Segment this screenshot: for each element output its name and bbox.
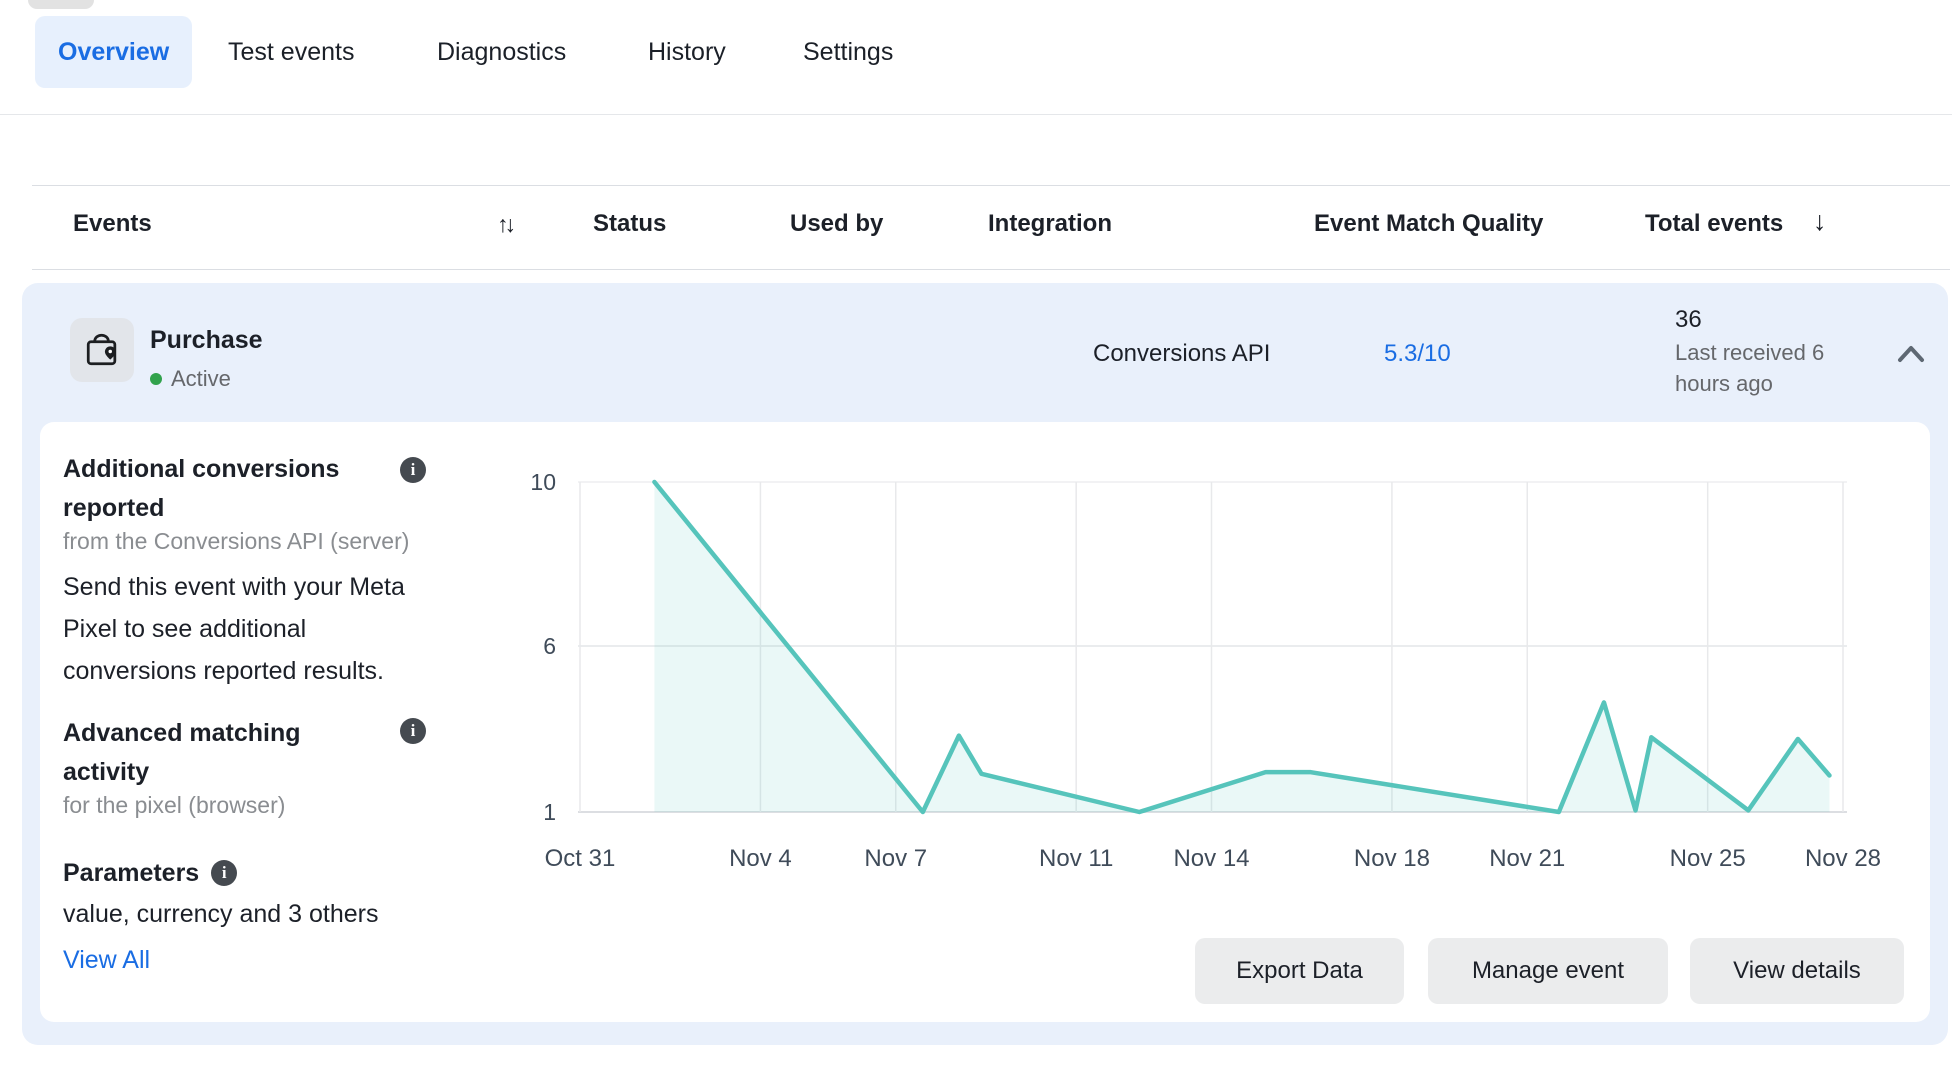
additional-conversions-subtitle: from the Conversions API (server)	[63, 528, 409, 555]
parameters-info-icon[interactable]: i	[211, 860, 237, 886]
tab-history-label: History	[648, 38, 726, 67]
truncated-top-element	[28, 0, 94, 9]
advanced-matching-title: Advanced matching activity	[63, 714, 343, 792]
column-header-integration: Integration	[988, 210, 1112, 238]
tab-diagnostics-label: Diagnostics	[437, 38, 566, 67]
additional-conversions-info-icon[interactable]: i	[400, 457, 426, 483]
tab-test-events-label: Test events	[228, 38, 354, 67]
advanced-matching-subtitle: for the pixel (browser)	[63, 792, 285, 819]
tab-overview-label: Overview	[58, 38, 169, 67]
table-header-bottom-border	[32, 269, 1950, 270]
tab-diagnostics[interactable]: Diagnostics	[437, 16, 566, 88]
event-status: Active	[150, 366, 231, 392]
export-data-label: Export Data	[1236, 957, 1363, 985]
integration-value: Conversions API	[1093, 340, 1270, 368]
status-label: Active	[171, 366, 231, 392]
additional-conversions-title: Additional conversions reported	[63, 450, 383, 528]
column-header-status: Status	[593, 210, 666, 238]
total-events-cell: 36 Last received 6 hours ago	[1675, 305, 1870, 399]
collapse-chevron-icon[interactable]	[1896, 343, 1926, 365]
tab-overview[interactable]: Overview	[35, 16, 192, 88]
event-match-quality-value[interactable]: 5.3/10	[1384, 340, 1451, 368]
status-green-dot-icon	[150, 373, 162, 385]
sort-updown-icon[interactable]: ↑↓	[497, 211, 512, 238]
additional-conversions-body: Send this event with your Meta Pixel to …	[63, 566, 413, 692]
last-received-label: Last received 6 hours ago	[1675, 337, 1870, 399]
shopping-bag-icon	[80, 328, 124, 372]
tab-test-events[interactable]: Test events	[228, 16, 354, 88]
view-details-label: View details	[1733, 957, 1861, 985]
tab-settings[interactable]: Settings	[803, 16, 893, 88]
view-all-link[interactable]: View All	[63, 946, 150, 975]
column-header-total-events: Total events	[1645, 210, 1783, 238]
total-events-value: 36	[1675, 305, 1870, 335]
purchase-event-icon-tile	[70, 318, 134, 382]
column-header-event-match-quality: Event Match Quality	[1314, 210, 1543, 238]
event-row-purchase[interactable]: Purchase Active Conversions API 5.3/10 3…	[22, 283, 1948, 422]
advanced-matching-info-icon[interactable]: i	[400, 718, 426, 744]
column-header-events: Events	[73, 210, 152, 238]
parameters-row: Parameters i	[63, 858, 237, 888]
manage-event-label: Manage event	[1472, 957, 1624, 985]
view-details-button[interactable]: View details	[1690, 938, 1904, 1004]
tabbar-divider	[0, 114, 1952, 115]
tab-history[interactable]: History	[648, 16, 726, 88]
export-data-button[interactable]: Export Data	[1195, 938, 1404, 1004]
parameters-title: Parameters	[63, 858, 199, 888]
events-manager-page: Overview Test events Diagnostics History…	[0, 0, 1952, 1068]
column-header-used-by: Used by	[790, 210, 883, 238]
tab-settings-label: Settings	[803, 38, 893, 67]
event-name: Purchase	[150, 326, 263, 355]
manage-event-button[interactable]: Manage event	[1428, 938, 1668, 1004]
sort-down-arrow-icon[interactable]: ↓	[1813, 206, 1827, 237]
table-top-border	[32, 185, 1950, 186]
parameters-value: value, currency and 3 others	[63, 898, 378, 930]
